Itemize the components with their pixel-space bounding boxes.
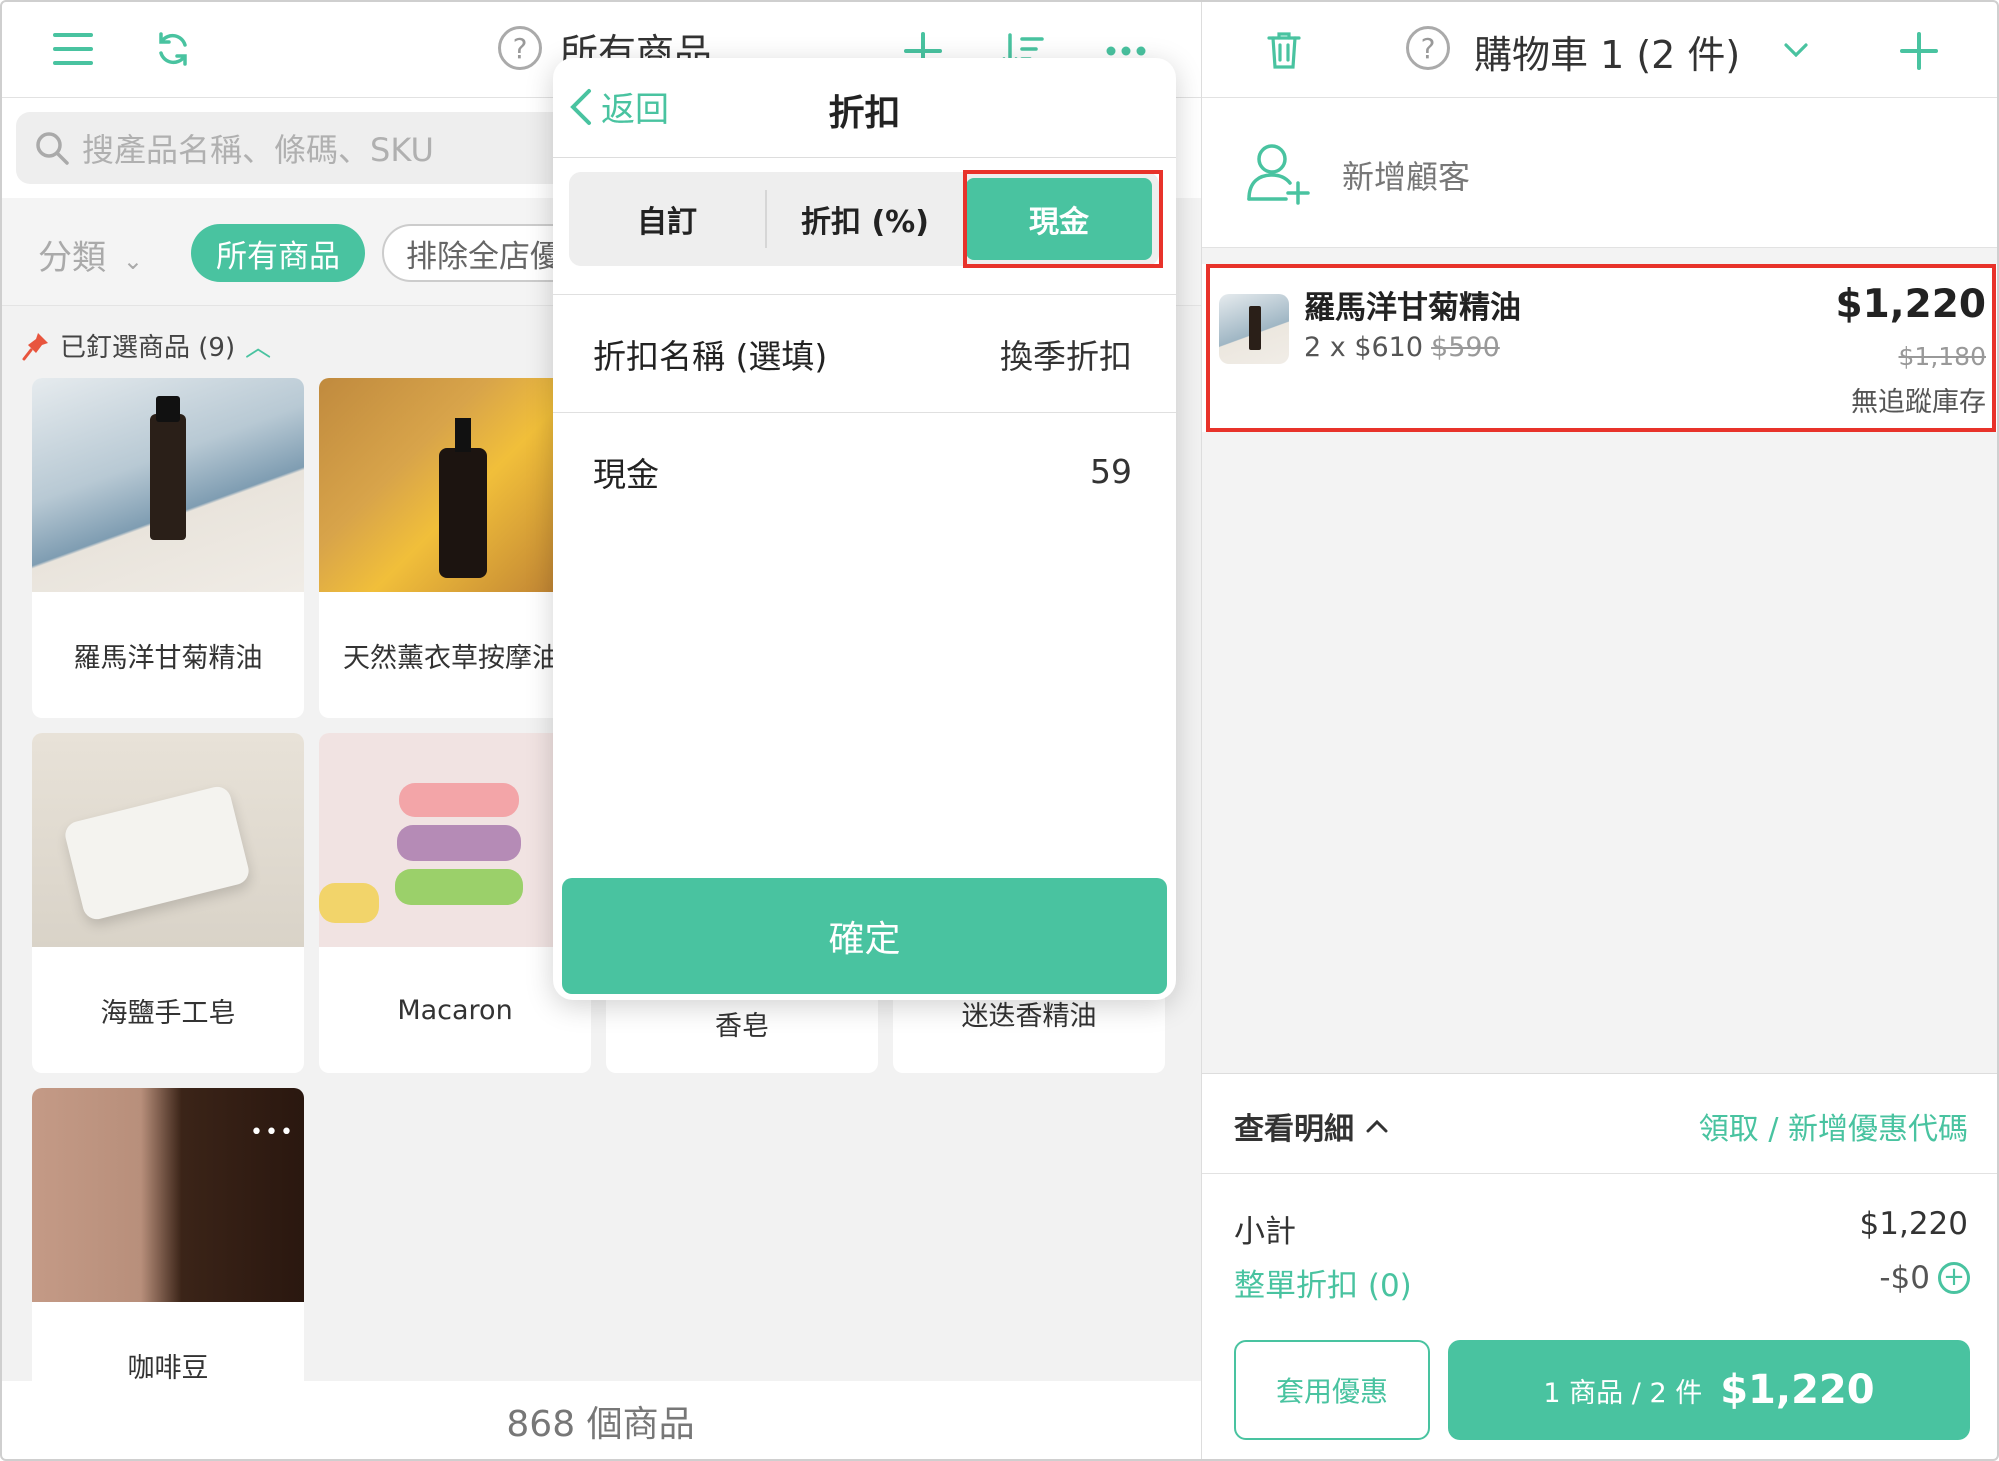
popover-header: 返回 折扣 [553,58,1176,158]
cart-title: 購物車 1 (2 件) [1474,33,1741,77]
product-image: ••• [32,1088,304,1302]
chevron-up-icon: ︿ [245,333,272,363]
product-name: 天然薰衣草按摩油 [343,642,559,674]
discount-name-value: 換季折扣 [1000,336,1132,376]
pin-icon [22,332,48,360]
checkout-amount: $1,220 [1720,1367,1875,1413]
category-dropdown-label: 分類 [38,238,106,278]
cart-toolbar: ? 購物車 1 (2 件) [1202,0,1999,98]
cart-summary: 查看明細 領取 / 新增優惠代碼 小計 $1,220 整單折扣 (0) -$0 … [1202,1073,1999,1461]
tab-percent[interactable]: 折扣 (%) [767,172,963,266]
add-cart-icon[interactable] [1894,26,1944,76]
apply-discount-button[interactable]: 套用優惠 [1234,1340,1430,1440]
product-card[interactable]: 羅馬洋甘菊精油 [32,378,304,718]
product-image [32,378,304,592]
discount-name-field[interactable]: 折扣名稱 (選填) 換季折扣 [553,294,1176,412]
add-customer-label: 新增顧客 [1342,158,1471,196]
pinned-label: 已釘選商品 (9) [60,333,236,363]
product-image [32,733,304,947]
cash-amount-value: 59 [1090,452,1132,491]
product-name: Macaron [397,994,513,1026]
product-card[interactable]: 天然薰衣草按摩油 [319,378,591,718]
chevron-up-icon [1366,1119,1388,1133]
order-discount-value: -$0 [1879,1260,1930,1296]
discount-name-label: 折扣名稱 (選填) [593,336,828,376]
chevron-down-icon: ⌄ [122,247,143,275]
product-name: 羅馬洋甘菊精油 [73,642,263,674]
product-count: 868 個商品 [0,1381,1201,1461]
view-details-toggle[interactable]: 查看明細 [1234,1104,1388,1148]
category-dropdown[interactable]: 分類 ⌄ [38,230,143,279]
help-icon[interactable]: ? [498,26,542,70]
subtotal-label: 小計 [1234,1214,1296,1250]
product-name: 海鹽手工皂 [100,997,236,1029]
help-icon[interactable]: ? [1406,26,1450,70]
add-discount-icon[interactable]: + [1938,1262,1970,1294]
product-card[interactable]: ••• 咖啡豆 [32,1088,304,1428]
more-icon[interactable]: ••• [250,1120,295,1145]
cash-amount-field[interactable]: 現金 59 [553,412,1176,530]
checkout-count: 1 商品 / 2 件 [1543,1377,1703,1409]
highlight-box [1206,264,1996,432]
highlight-box [963,170,1163,268]
menu-icon[interactable] [48,24,98,74]
coupon-code-link[interactable]: 領取 / 新增優惠代碼 [1699,1104,1968,1148]
product-image [319,733,591,947]
discount-popover: 返回 折扣 自訂 折扣 (%) 現金 折扣名稱 (選填) 換季折扣 現金 59 … [553,58,1176,1000]
product-image [319,378,591,592]
add-customer-row[interactable]: 新增顧客 [1202,98,1999,248]
tab-custom[interactable]: 自訂 [569,172,765,266]
product-card[interactable]: Macaron [319,733,591,1073]
popover-title: 折扣 [828,93,901,134]
divider [1202,1173,1999,1174]
pinned-section-header[interactable]: 已釘選商品 (9) ︿ [22,327,271,364]
cash-amount-label: 現金 [593,454,659,494]
order-discount-link[interactable]: 整單折扣 (0) [1234,1260,1412,1305]
chevron-down-icon[interactable] [1776,30,1816,70]
trash-icon[interactable] [1260,26,1308,74]
add-user-icon [1244,138,1314,208]
refresh-icon[interactable] [148,24,198,74]
search-placeholder: 搜產品名稱、條碼、SKU [82,131,434,169]
subtotal-value: $1,220 [1859,1206,1968,1242]
cart-pane: ? 購物車 1 (2 件) 新增顧客 羅馬洋甘菊精油 2 x $610 $590 … [1201,0,1999,1461]
product-card[interactable]: 海鹽手工皂 [32,733,304,1073]
view-details-label: 查看明細 [1234,1112,1354,1147]
search-icon [36,132,69,165]
chip-all-products[interactable]: 所有商品 [191,224,365,282]
checkout-button[interactable]: 1 商品 / 2 件 $1,220 [1448,1340,1970,1440]
confirm-button[interactable]: 確定 [562,878,1167,994]
